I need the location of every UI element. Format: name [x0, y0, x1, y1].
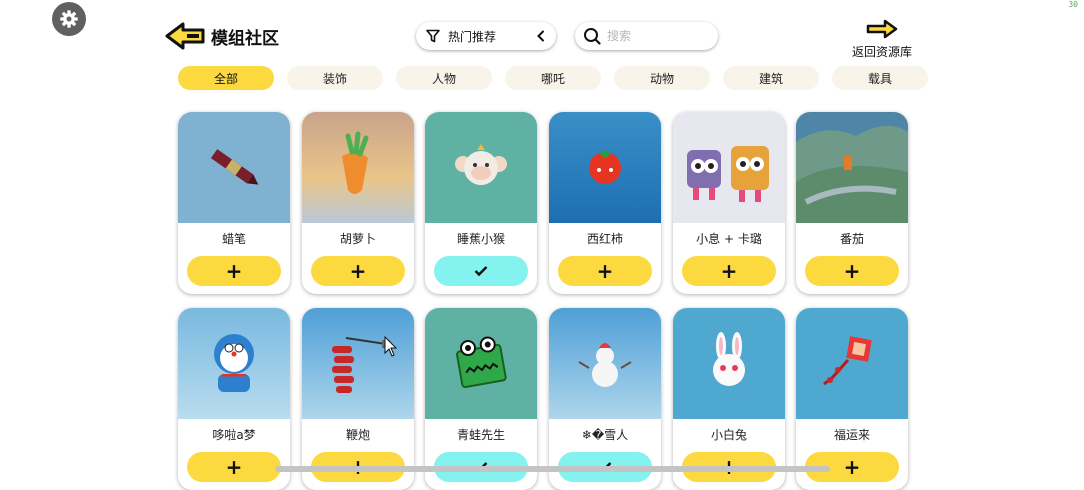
robots-thumbnail — [673, 112, 785, 223]
filter-label: 热门推荐 — [448, 29, 497, 44]
mod-name: 哆啦a梦 — [212, 428, 256, 442]
mod-card[interactable]: ❄�雪人 — [549, 308, 661, 490]
checkmark-icon — [474, 266, 488, 277]
monkey-thumbnail — [425, 112, 537, 223]
tab-characters[interactable]: 人物 — [396, 66, 492, 90]
snowman-thumbnail — [549, 308, 661, 419]
page-title: 模组社区 — [211, 28, 279, 49]
mod-name: 胡萝卜 — [339, 232, 376, 246]
mod-card[interactable]: 小息 + 卡璐 + — [673, 112, 785, 294]
add-button[interactable]: + — [682, 256, 776, 286]
add-button[interactable]: + — [805, 256, 899, 286]
mountain-thumbnail — [796, 112, 908, 223]
fu-charm-thumbnail — [796, 308, 908, 419]
mod-name: 福运来 — [833, 428, 870, 442]
mod-name: 小息 + 卡璐 — [696, 232, 762, 246]
mod-card[interactable]: 西红柿 + — [549, 112, 661, 294]
add-button[interactable]: + — [311, 256, 405, 286]
mod-card[interactable]: 青蛙先生 — [425, 308, 537, 490]
crayon-thumbnail — [178, 112, 290, 223]
mod-card[interactable]: 蜡笔 + — [178, 112, 290, 294]
mod-card[interactable]: 胡萝卜 + — [302, 112, 414, 294]
mod-card[interactable]: 小白兔 + — [673, 308, 785, 490]
mod-name: 鞭炮 — [345, 428, 370, 442]
mod-name: 西红柿 — [586, 232, 623, 246]
mod-card[interactable]: 睡蕉小猴 — [425, 112, 537, 294]
tab-vehicles[interactable]: 载具 — [832, 66, 928, 90]
mod-card[interactable]: 福运来 + — [796, 308, 908, 490]
mod-name: 睡蕉小猴 — [456, 232, 505, 246]
filter-funnel-icon — [426, 29, 440, 43]
search-icon — [584, 28, 601, 45]
mod-name: 青蛙先生 — [456, 428, 505, 442]
search-box[interactable] — [575, 22, 718, 50]
added-check-button[interactable] — [434, 256, 528, 286]
add-button[interactable]: + — [187, 452, 281, 482]
mod-card[interactable]: 哆啦a梦 + — [178, 308, 290, 490]
gear-icon — [60, 10, 78, 28]
mod-card[interactable]: 番茄 + — [796, 112, 908, 294]
rabbit-thumbnail — [673, 308, 785, 419]
mod-name: 蜡笔 — [221, 232, 246, 246]
header-title-group: 模组社区 — [165, 22, 279, 50]
tab-animals[interactable]: 动物 — [614, 66, 710, 90]
add-button[interactable]: + — [558, 256, 652, 286]
back-to-library-button[interactable]: 返回资源库 — [846, 18, 918, 60]
mod-name: ❄�雪人 — [581, 428, 629, 442]
carrot-thumbnail — [302, 112, 414, 223]
firecracker-thumbnail — [302, 308, 414, 419]
frog-thumbnail — [425, 308, 537, 419]
tab-buildings[interactable]: 建筑 — [723, 66, 819, 90]
doraemon-thumbnail — [178, 308, 290, 419]
back-to-library-label: 返回资源库 — [851, 45, 912, 59]
bottom-scrollbar[interactable] — [275, 466, 830, 472]
chevron-left-icon[interactable] — [536, 30, 546, 42]
fps-counter: 30 — [1068, 0, 1078, 9]
tab-nezha[interactable]: 哪吒 — [505, 66, 601, 90]
mod-name: 番茄 — [839, 232, 864, 246]
return-arrow-icon — [866, 19, 898, 39]
add-button[interactable]: + — [187, 256, 281, 286]
mod-name: 小白兔 — [710, 428, 747, 442]
back-arrow-logo-icon[interactable] — [165, 22, 205, 50]
tab-decoration[interactable]: 装饰 — [287, 66, 383, 90]
tab-all[interactable]: 全部 — [178, 66, 274, 90]
filter-dropdown[interactable]: 热门推荐 — [416, 22, 556, 50]
settings-button[interactable] — [52, 2, 86, 36]
tomato-thumbnail — [549, 112, 661, 223]
mouse-cursor-icon — [384, 336, 398, 357]
search-input[interactable] — [605, 28, 709, 44]
